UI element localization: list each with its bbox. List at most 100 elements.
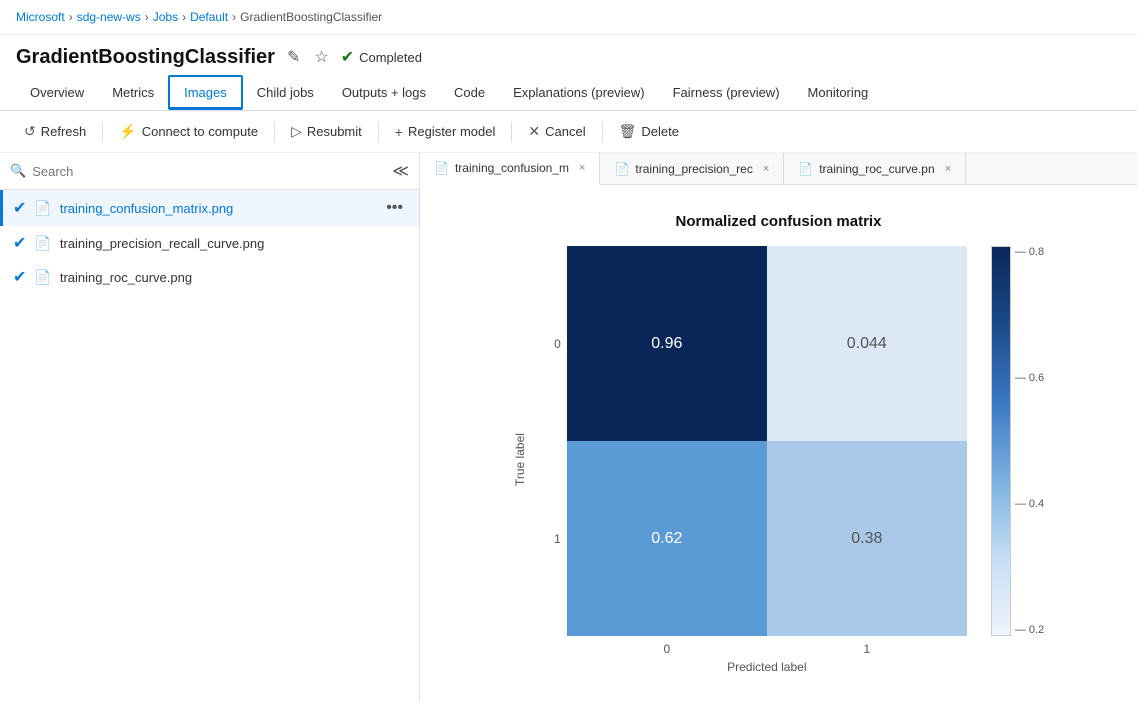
main-content: 🔍 ≪ ✔ 📄 training_confusion_matrix.png ••… [0, 153, 1137, 702]
tab-monitoring[interactable]: Monitoring [794, 77, 883, 108]
y-axis-label: True label [513, 246, 527, 674]
cell-value-01: 0.044 [847, 335, 887, 353]
refresh-icon: ↺ [24, 123, 36, 140]
resubmit-button[interactable]: ▷ Resubmit [283, 119, 370, 144]
cancel-label: Cancel [545, 124, 585, 139]
tab-overview[interactable]: Overview [16, 77, 98, 108]
refresh-button[interactable]: ↺ Refresh [16, 119, 94, 144]
breadcrumb-default[interactable]: Default [190, 10, 228, 24]
tab-explanations[interactable]: Explanations (preview) [499, 77, 659, 108]
collapse-button[interactable]: ≪ [392, 161, 409, 181]
file-icon: 📄 [34, 200, 51, 217]
status-badge: ✔ Completed [341, 47, 422, 67]
cancel-button[interactable]: ✕ Cancel [520, 119, 593, 144]
tab-code[interactable]: Code [440, 77, 499, 108]
colorbar-labels: — 0.8 — 0.6 — 0.4 — 0.2 [1015, 246, 1044, 636]
resubmit-icon: ▷ [291, 123, 302, 140]
file-list: ✔ 📄 training_confusion_matrix.png ••• ✔ … [0, 190, 419, 702]
more-options-button[interactable]: ••• [380, 197, 409, 219]
register-model-button[interactable]: + Register model [387, 120, 504, 144]
tab-roc-curve[interactable]: 📄 training_roc_curve.pn × [784, 153, 966, 184]
colorbar: — 0.8 — 0.6 — 0.4 — 0.2 [991, 246, 1044, 674]
breadcrumb-current: GradientBoostingClassifier [240, 10, 382, 24]
close-tab-3[interactable]: × [945, 163, 951, 175]
tab-confusion-matrix[interactable]: 📄 training_confusion_m × [420, 153, 600, 185]
check-icon-3: ✔ [13, 267, 26, 287]
delete-label: Delete [641, 124, 679, 139]
sidebar-search-bar: 🔍 ≪ [0, 153, 419, 190]
img-tab-label-2: training_precision_rec [635, 162, 752, 176]
cell-value-00: 0.96 [651, 335, 682, 353]
toolbar: ↺ Refresh ⚡ Connect to compute ▷ Resubmi… [0, 111, 1137, 153]
breadcrumb-workspace[interactable]: sdg-new-ws [77, 10, 141, 24]
file-icon-2: 📄 [34, 235, 51, 252]
register-icon: + [395, 124, 403, 140]
separator-3 [378, 122, 379, 142]
tab-child-jobs[interactable]: Child jobs [243, 77, 328, 108]
separator-2 [274, 122, 275, 142]
check-icon: ✔ [13, 198, 26, 218]
status-text: Completed [359, 50, 422, 65]
tab-file-icon-3: 📄 [798, 162, 813, 176]
page-header: GradientBoostingClassifier ✎ ☆ ✔ Complet… [0, 35, 1137, 75]
x-col-labels: 0 1 [567, 636, 967, 656]
chart-container: Normalized confusion matrix True label 0… [513, 213, 1044, 674]
row-label-1: 1 [539, 441, 567, 636]
cell-0-1: 0.044 [767, 246, 967, 441]
cancel-icon: ✕ [528, 123, 540, 140]
check-icon-2: ✔ [13, 233, 26, 253]
row-label-0: 0 [539, 246, 567, 441]
tab-images[interactable]: Images [168, 75, 243, 110]
search-icon: 🔍 [10, 163, 26, 179]
cell-1-0: 0.62 [567, 441, 767, 636]
img-tab-label-1: training_confusion_m [455, 161, 569, 175]
cell-value-10: 0.62 [651, 530, 682, 548]
col-label-1: 1 [767, 642, 967, 656]
status-icon: ✔ [341, 47, 354, 67]
edit-button[interactable]: ✎ [285, 45, 302, 69]
separator-5 [602, 122, 603, 142]
separator [102, 122, 103, 142]
chart-area: Normalized confusion matrix True label 0… [420, 185, 1137, 702]
breadcrumb-microsoft[interactable]: Microsoft [16, 10, 65, 24]
cell-0-0: 0.96 [567, 246, 767, 441]
close-tab-1[interactable]: × [579, 162, 585, 174]
tabs-bar: Overview Metrics Images Child jobs Outpu… [0, 75, 1137, 111]
delete-button[interactable]: 🗑 Delete [611, 119, 687, 144]
file-name-precision: training_precision_recall_curve.png [60, 236, 409, 251]
compute-icon: ⚡ [119, 123, 136, 140]
list-item[interactable]: ✔ 📄 training_roc_curve.png [0, 260, 419, 294]
matrix-row-0: 0 0.96 0.044 [539, 246, 967, 441]
refresh-label: Refresh [41, 124, 87, 139]
close-tab-2[interactable]: × [763, 163, 769, 175]
separator-4 [511, 122, 512, 142]
x-axis-label: Predicted label [567, 660, 967, 674]
colorbar-bar [991, 246, 1011, 636]
tab-precision-recall[interactable]: 📄 training_precision_rec × [600, 153, 784, 184]
colorbar-label-1: — 0.6 [1015, 372, 1044, 384]
breadcrumb-jobs[interactable]: Jobs [153, 10, 178, 24]
page-title: GradientBoostingClassifier [16, 46, 275, 69]
tab-metrics[interactable]: Metrics [98, 77, 168, 108]
list-item[interactable]: ✔ 📄 training_precision_recall_curve.png [0, 226, 419, 260]
image-tabs: 📄 training_confusion_m × 📄 training_prec… [420, 153, 1137, 185]
breadcrumb: Microsoft › sdg-new-ws › Jobs › Default … [0, 0, 1137, 35]
star-button[interactable]: ☆ [312, 45, 330, 69]
search-input[interactable] [32, 164, 386, 179]
list-item[interactable]: ✔ 📄 training_confusion_matrix.png ••• [0, 190, 419, 226]
connect-compute-label: Connect to compute [142, 124, 258, 139]
content-panel: 📄 training_confusion_m × 📄 training_prec… [420, 153, 1137, 702]
cell-value-11: 0.38 [851, 530, 882, 548]
colorbar-label-3: — 0.2 [1015, 624, 1044, 636]
tab-fairness[interactable]: Fairness (preview) [659, 77, 794, 108]
connect-compute-button[interactable]: ⚡ Connect to compute [111, 119, 266, 144]
img-tab-label-3: training_roc_curve.pn [819, 162, 934, 176]
sidebar: 🔍 ≪ ✔ 📄 training_confusion_matrix.png ••… [0, 153, 420, 702]
tab-file-icon-1: 📄 [434, 161, 449, 175]
register-model-label: Register model [408, 124, 495, 139]
colorbar-label-2: — 0.4 [1015, 498, 1044, 510]
chart-title: Normalized confusion matrix [513, 213, 1044, 230]
resubmit-label: Resubmit [307, 124, 362, 139]
file-link-confusion[interactable]: training_confusion_matrix.png [60, 201, 372, 216]
tab-outputs-logs[interactable]: Outputs + logs [328, 77, 440, 108]
